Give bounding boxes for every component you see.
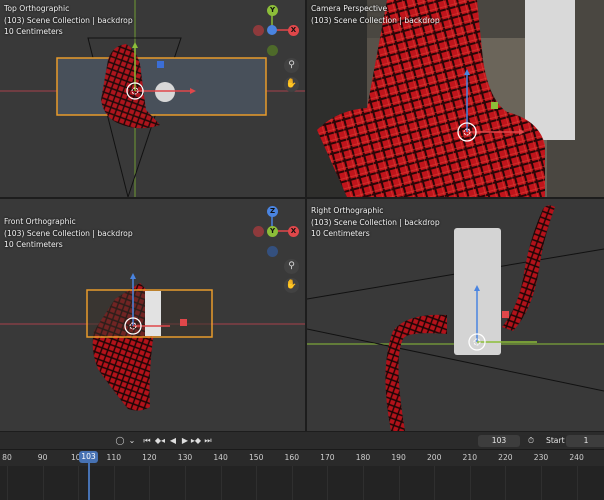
frame-gridline bbox=[7, 466, 8, 500]
ruler-tick-label: 120 bbox=[142, 453, 157, 462]
ruler-tick-label: 140 bbox=[213, 453, 228, 462]
ruler-tick-label: 130 bbox=[177, 453, 193, 462]
scene-collection: (103) Scene Collection | backdrop bbox=[311, 15, 440, 25]
ruler-tick-label: 240 bbox=[569, 453, 584, 462]
play-reverse-icon[interactable]: ◀ bbox=[168, 435, 178, 446]
gizmo-y-axis[interactable]: Y bbox=[267, 226, 278, 237]
viewport-title: Right Orthographic bbox=[311, 206, 384, 215]
next-keyframe-icon[interactable]: ▸◆ bbox=[190, 435, 202, 446]
frame-gridline bbox=[576, 466, 578, 500]
prev-keyframe-icon[interactable]: ◆◂ bbox=[154, 435, 166, 446]
scene-collection: (103) Scene Collection | backdrop bbox=[4, 15, 133, 25]
viewport-camera-perspective[interactable]: Camera Perspective (103) Scene Collectio… bbox=[307, 0, 604, 197]
viewport-title: Top Orthographic bbox=[4, 4, 70, 13]
frame-gridline bbox=[291, 466, 293, 500]
viewport-top-orthographic[interactable]: Top Orthographic (103) Scene Collection … bbox=[0, 0, 305, 197]
chevron-down-icon[interactable]: ⌄ bbox=[128, 435, 136, 446]
ruler-tick-label: 200 bbox=[426, 453, 442, 462]
frame-gridline bbox=[469, 466, 471, 500]
gizmo-neg-y[interactable] bbox=[267, 45, 278, 56]
ruler-tick-label: 110 bbox=[106, 453, 122, 462]
frame-gridline bbox=[434, 466, 436, 500]
viewport-canvas bbox=[307, 0, 604, 197]
viewport-info: Front Orthographic (103) Scene Collectio… bbox=[4, 216, 133, 251]
ruler-tick-label: 90 bbox=[37, 453, 48, 462]
frame-gridline bbox=[256, 466, 258, 500]
viewport-info: Top Orthographic (103) Scene Collection … bbox=[4, 3, 133, 38]
grid-units: 10 Centimeters bbox=[4, 240, 63, 249]
viewport-title: Camera Perspective bbox=[311, 4, 388, 13]
frame-gridline bbox=[113, 466, 115, 500]
frame-gridline bbox=[505, 466, 507, 500]
gizmo-y-axis[interactable]: Y bbox=[267, 5, 278, 16]
navigation-gizmo[interactable]: Y X bbox=[250, 3, 300, 57]
gizmo-x-axis[interactable]: X bbox=[288, 226, 299, 237]
ruler-tick-label: 230 bbox=[533, 453, 549, 462]
viewport-right-orthographic[interactable]: Right Orthographic (103) Scene Collectio… bbox=[307, 199, 604, 431]
jump-start-icon[interactable]: ⏮ bbox=[142, 435, 152, 446]
start-label: Start bbox=[546, 436, 565, 445]
ruler-tick-label: 220 bbox=[498, 453, 513, 462]
hand-icon[interactable]: ✋ bbox=[284, 77, 299, 92]
zoom-icon[interactable]: ⚲ bbox=[284, 58, 299, 73]
scene-collection: (103) Scene Collection | backdrop bbox=[311, 217, 440, 227]
hand-icon[interactable]: ✋ bbox=[284, 278, 299, 293]
ruler-tick-label: 210 bbox=[462, 453, 478, 462]
frame-gridline bbox=[42, 466, 44, 500]
frame-gridline bbox=[149, 466, 151, 500]
jump-end-icon[interactable]: ⏭ bbox=[203, 435, 213, 446]
playhead-frame-badge[interactable]: 103 bbox=[79, 451, 98, 463]
playhead-line[interactable] bbox=[88, 463, 90, 500]
viewport-front-orthographic[interactable]: Front Orthographic (103) Scene Collectio… bbox=[0, 199, 305, 431]
grid-units: 10 Centimeters bbox=[4, 27, 63, 36]
gizmo-neg-x[interactable] bbox=[253, 226, 264, 237]
scene-collection: (103) Scene Collection | backdrop bbox=[4, 228, 133, 238]
timeline-editor[interactable]: ◯ ⌄ ⏮ ◆◂ ◀ ▶ ▸◆ ⏭ 103 ⏱ Start 1 80901001… bbox=[0, 432, 604, 500]
frame-gridline bbox=[78, 466, 80, 500]
ruler-tick-label: 190 bbox=[391, 453, 406, 462]
frame-gridline bbox=[541, 466, 542, 500]
ruler-tick-label: 180 bbox=[355, 453, 371, 462]
zoom-icon[interactable]: ⚲ bbox=[284, 259, 299, 274]
gizmo-neg-x[interactable] bbox=[253, 25, 264, 36]
viewport-info: Right Orthographic (103) Scene Collectio… bbox=[311, 205, 440, 240]
gizmo-z-axis[interactable]: Z bbox=[267, 206, 278, 217]
ruler-tick-label: 150 bbox=[248, 453, 264, 462]
frame-gridline bbox=[185, 466, 186, 500]
grid-units: 10 Centimeters bbox=[311, 229, 370, 238]
play-icon[interactable]: ▶ bbox=[180, 435, 190, 446]
start-frame-field[interactable]: 1 bbox=[566, 435, 604, 447]
frame-gridline bbox=[363, 466, 364, 500]
timeline-header: ◯ ⌄ ⏮ ◆◂ ◀ ▶ ▸◆ ⏭ 103 ⏱ Start 1 bbox=[0, 432, 604, 450]
viewport-info: Camera Perspective (103) Scene Collectio… bbox=[311, 3, 440, 26]
gizmo-neg-z[interactable] bbox=[267, 246, 278, 257]
navigation-gizmo[interactable]: Z X Y bbox=[250, 204, 300, 258]
frame-gridline bbox=[327, 466, 329, 500]
frame-gridline bbox=[398, 466, 400, 500]
keying-icon[interactable]: ◯ bbox=[114, 435, 126, 446]
current-frame-field[interactable]: 103 bbox=[478, 435, 520, 447]
gizmo-z-axis[interactable] bbox=[267, 25, 277, 35]
viewport-title: Front Orthographic bbox=[4, 217, 76, 226]
stopwatch-icon[interactable]: ⏱ bbox=[524, 435, 538, 446]
frame-gridline bbox=[220, 466, 222, 500]
ruler-tick-label: 170 bbox=[320, 453, 335, 462]
gizmo-x-axis[interactable]: X bbox=[288, 25, 299, 36]
ruler-tick-label: 160 bbox=[284, 453, 300, 462]
ruler-tick-label: 80 bbox=[2, 453, 12, 462]
